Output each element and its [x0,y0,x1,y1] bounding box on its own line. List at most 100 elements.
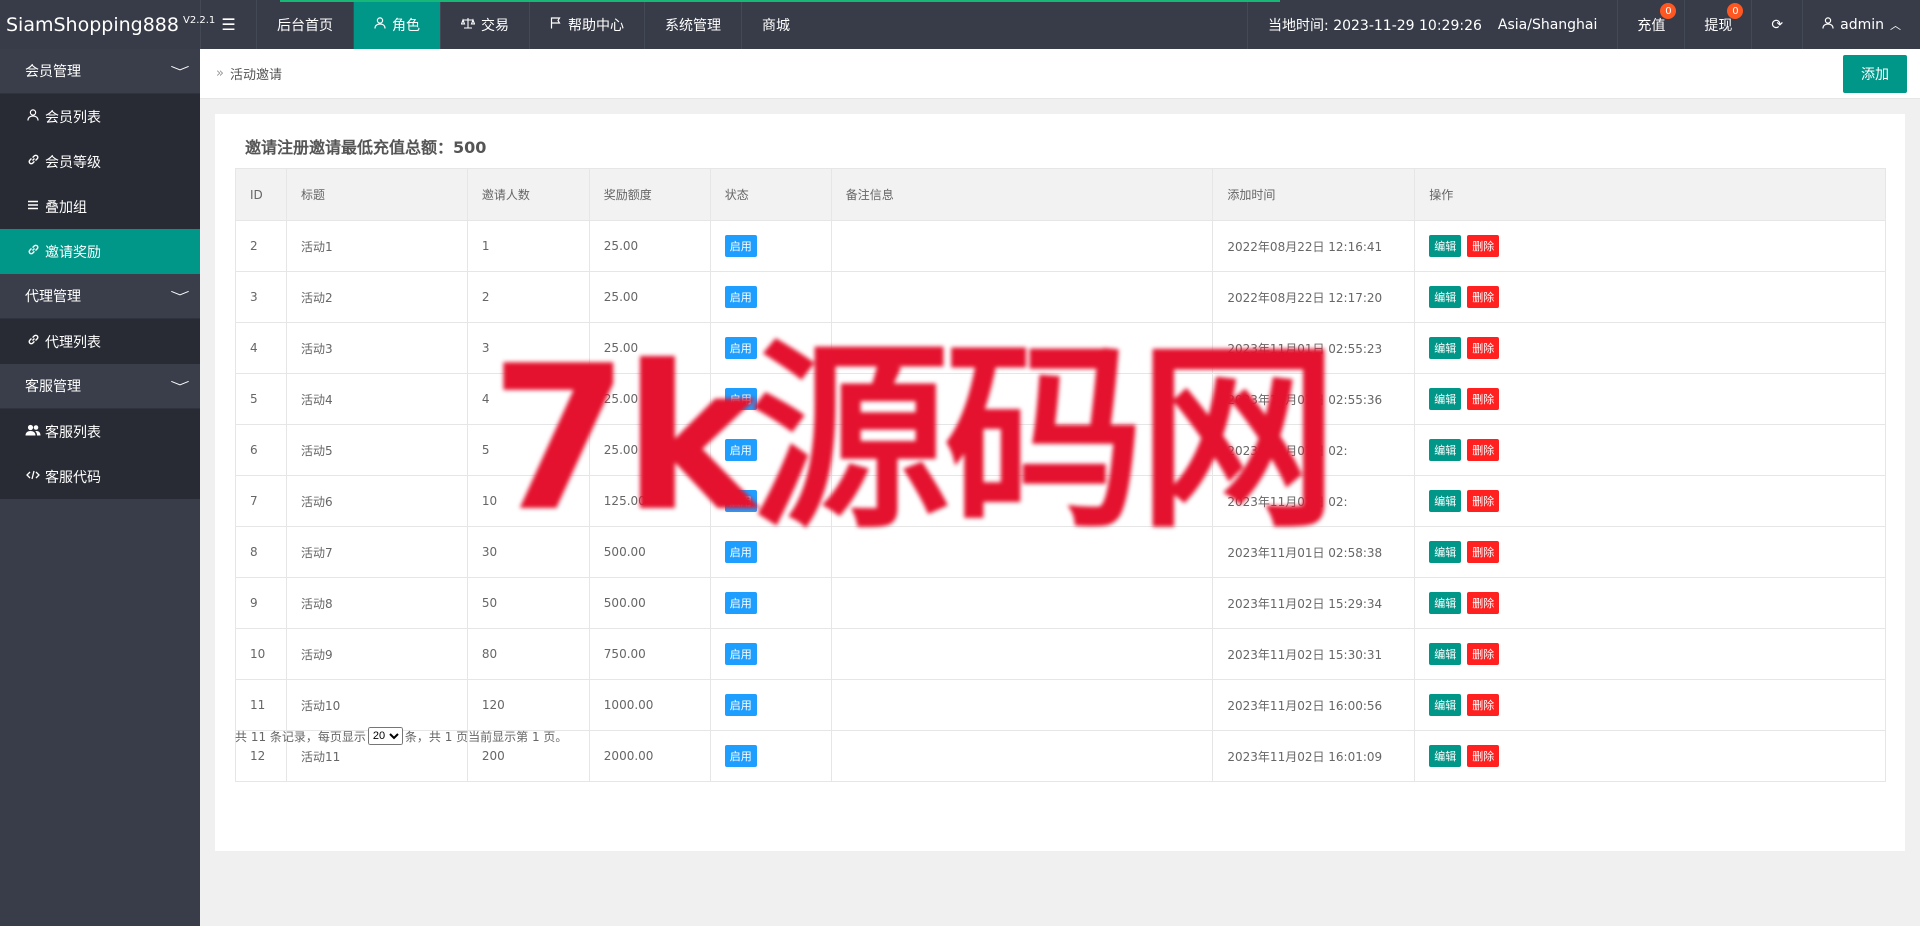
invite-reward-card: 邀请注册邀请最低充值总额：500 ID 标题 邀请人数 奖励额度 状态 备注信息 添加时间操… [215,114,1905,851]
cell-id: 7 [235,475,287,527]
column-header: 添加时间 [1212,168,1416,221]
cell-actions: 编辑 删除 [1414,679,1886,731]
breadcrumb-current[interactable]: 活动邀请 [230,64,282,83]
edit-button[interactable]: 编辑 [1429,694,1462,716]
table-row: 2 活动1 1 25.00 启用 2022年08月22日 12:16:41 编辑 删除 [235,220,1886,272]
status-badge: 启用 [724,388,757,410]
sidebar-item-label: 客服列表 [45,424,101,441]
edit-button[interactable]: 编辑 [1429,337,1462,359]
delete-button[interactable]: 删除 [1467,337,1500,359]
sidebar-group-0[interactable]: 会员管理 ﹀ [0,49,200,94]
sidebar-item-2-0[interactable]: 客服列表 [0,409,200,454]
topnav-item-4[interactable]: 系统管理 [644,0,741,49]
sidebar-item-0-2[interactable]: 叠加组 [0,184,200,229]
topnav-item-2[interactable]: 交易 [440,0,529,49]
cell-actions: 编辑 删除 [1414,424,1886,476]
topnav-label: 交易 [481,17,509,34]
link-icon [25,153,41,170]
edit-button[interactable]: 编辑 [1429,490,1462,512]
cell-status: 启用 [709,322,832,374]
topnav-label: 商城 [762,17,790,34]
delete-button[interactable]: 删除 [1467,286,1500,308]
delete-button[interactable]: 删除 [1467,745,1500,767]
cell-id: 10 [235,628,287,680]
sidebar-item-label: 邀请奖励 [45,244,101,261]
chevron-down-icon: ﹀ [170,64,190,79]
cell-time: 2023年11月02日 15:29:34 [1212,577,1416,629]
cell-time: 2023年11月01日 02: [1212,424,1416,476]
refresh-button[interactable]: ⟳ [1751,0,1802,49]
sidebar-item-0-0[interactable]: 会员列表 [0,94,200,139]
cell-actions: 编辑 删除 [1414,322,1886,374]
timezone: Asia/Shanghai [1497,16,1598,33]
pager-suffix: 条，共 1 页当前显示第 1 页。 [404,729,568,744]
cell-id: 9 [235,577,287,629]
top-navbar: SiamShopping888 V2.2.1 ☰ 后台首页 角色 交易 帮助中心 系统管… [0,0,1920,49]
topnav-item-3[interactable]: 帮助中心 [529,0,644,49]
cell-time: 2023年11月01日 02:58:38 [1212,526,1416,578]
brand-logo[interactable]: SiamShopping888 V2.2.1 [0,0,215,49]
sidebar-item-1-0[interactable]: 代理列表 [0,319,200,364]
recharge-button[interactable]: 充值 0 [1617,0,1684,49]
code-icon [25,469,41,485]
cell-time: 2023年11月02日 16:01:09 [1212,730,1416,782]
topnav-item-1[interactable]: 角色 [353,0,440,49]
sidebar-item-0-3[interactable]: 邀请奖励 [0,229,200,274]
column-header: 状态 [709,168,832,221]
topnav-item-5[interactable]: 商城 [741,0,810,49]
cell-reward: 1000.00 [588,679,711,731]
loading-progress-bar [280,0,1280,2]
cell-note [830,322,1214,374]
sidebar-group-1[interactable]: 代理管理 ﹀ [0,274,200,319]
edit-button[interactable]: 编辑 [1429,235,1462,257]
delete-button[interactable]: 删除 [1467,541,1500,563]
cell-reward: 25.00 [588,373,711,425]
add-button[interactable]: 添加 [1843,55,1907,93]
cell-actions: 编辑 删除 [1414,475,1886,527]
delete-button[interactable]: 删除 [1467,592,1500,614]
main-content: » 活动邀请 添加 邀请注册邀请最低充值总额：500 ID 标题 邀请人数 奖励额度状… [200,49,1920,926]
delete-button[interactable]: 删除 [1467,439,1500,461]
withdraw-button[interactable]: 提现 0 [1684,0,1751,49]
delete-button[interactable]: 删除 [1467,235,1500,257]
topnav-item-0[interactable]: 后台首页 [256,0,353,49]
delete-button[interactable]: 删除 [1467,388,1500,410]
sidebar-group-2[interactable]: 客服管理 ﹀ [0,364,200,409]
delete-button[interactable]: 删除 [1467,694,1500,716]
cell-title: 活动3 [285,322,468,374]
cell-title: 活动2 [285,271,468,323]
cell-actions: 编辑 删除 [1414,373,1886,425]
cell-note [830,730,1214,782]
user-icon [25,108,41,125]
edit-button[interactable]: 编辑 [1429,439,1462,461]
cell-time: 2023年11月02日 16:00:56 [1212,679,1416,731]
brand-name: SiamShopping888 [6,13,179,36]
edit-button[interactable]: 编辑 [1429,541,1462,563]
invite-reward-table: ID 标题 邀请人数 奖励额度 状态 备注信息 添加时间 操作 2 活动1 1 25.00 启用 202… [235,168,1886,782]
user-menu[interactable]: admin ︿ [1802,0,1920,49]
sidebar-item-2-1[interactable]: 客服代码 [0,454,200,499]
cell-status: 启用 [709,577,832,629]
column-header: 操作 [1414,168,1886,221]
delete-button[interactable]: 删除 [1467,643,1500,665]
cell-note [830,475,1214,527]
cell-reward: 25.00 [588,424,711,476]
table-row: 4 活动3 3 25.00 启用 2023年11月01日 02:55:23 编辑 删除 [235,322,1886,374]
edit-button[interactable]: 编辑 [1429,643,1462,665]
edit-button[interactable]: 编辑 [1429,592,1462,614]
cell-status: 启用 [709,475,832,527]
edit-button[interactable]: 编辑 [1429,745,1462,767]
user-icon [374,16,386,33]
table-row: 9 活动8 50 500.00 启用 2023年11月02日 15:29:34 编辑 删除 [235,577,1886,629]
cell-time: 2022年08月22日 12:16:41 [1212,220,1416,272]
page-size-select[interactable]: 20 [367,727,403,745]
cell-actions: 编辑 删除 [1414,577,1886,629]
flag-icon [550,16,562,33]
edit-button[interactable]: 编辑 [1429,388,1462,410]
delete-button[interactable]: 删除 [1467,490,1500,512]
sidebar-item-0-1[interactable]: 会员等级 [0,139,200,184]
edit-button[interactable]: 编辑 [1429,286,1462,308]
cell-time: 2023年11月01日 02:55:23 [1212,322,1416,374]
cell-time: 2023年11月02日 15:30:31 [1212,628,1416,680]
cell-title: 活动7 [285,526,468,578]
